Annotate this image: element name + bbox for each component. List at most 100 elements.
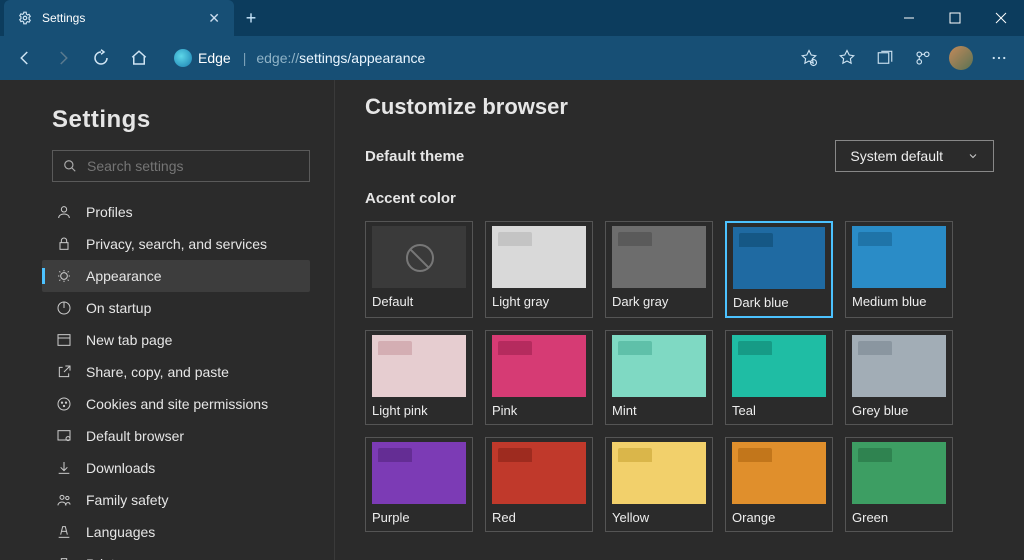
minimize-button[interactable] — [886, 0, 932, 36]
swatch-label: Default — [372, 294, 466, 309]
nav-icon — [56, 364, 72, 380]
swatch-label: Pink — [492, 403, 586, 418]
nav-icon — [56, 236, 72, 252]
nav-icon — [56, 204, 72, 220]
toolbar: Edge | edge://settings/appearance — [0, 36, 1024, 80]
sidebar-item-label: Privacy, search, and services — [86, 236, 267, 252]
url-text: edge://settings/appearance — [256, 50, 425, 66]
accent-label: Accent color — [365, 190, 994, 207]
address-bar[interactable]: Edge | edge://settings/appearance — [166, 49, 782, 67]
swatch-light-gray[interactable]: Light gray — [485, 221, 593, 318]
new-tab-button[interactable]: + — [234, 8, 268, 29]
sidebar-item-share-copy-and-paste[interactable]: Share, copy, and paste — [42, 356, 310, 388]
swatch-medium-blue[interactable]: Medium blue — [845, 221, 953, 318]
page-title: Customize browser — [365, 94, 994, 120]
back-button[interactable] — [8, 41, 42, 75]
swatch-green[interactable]: Green — [845, 437, 953, 532]
tab-title: Settings — [42, 11, 198, 25]
close-window-button[interactable] — [978, 0, 1024, 36]
sidebar-item-label: Share, copy, and paste — [86, 364, 229, 380]
nav-icon — [56, 396, 72, 412]
refresh-button[interactable] — [84, 41, 118, 75]
sidebar-item-cookies-and-site-permissions[interactable]: Cookies and site permissions — [42, 388, 310, 420]
forward-button[interactable] — [46, 41, 80, 75]
sidebar-item-label: Cookies and site permissions — [86, 396, 268, 412]
sidebar-item-label: Downloads — [86, 460, 155, 476]
sidebar-item-family-safety[interactable]: Family safety — [42, 484, 310, 516]
collections-button[interactable] — [868, 41, 902, 75]
tracking-icon[interactable] — [792, 41, 826, 75]
swatch-label: Light gray — [492, 294, 586, 309]
swatch-pink[interactable]: Pink — [485, 330, 593, 425]
search-icon — [63, 159, 77, 173]
sidebar-item-label: Printers — [86, 556, 134, 560]
chevron-down-icon — [967, 150, 979, 162]
close-icon[interactable]: ✕ — [208, 10, 220, 27]
swatch-red[interactable]: Red — [485, 437, 593, 532]
swatch-label: Medium blue — [852, 294, 946, 309]
swatch-label: Yellow — [612, 510, 706, 525]
sidebar-item-label: Profiles — [86, 204, 133, 220]
nav-icon — [56, 268, 72, 284]
search-input[interactable] — [87, 158, 299, 174]
swatch-label: Light pink — [372, 403, 466, 418]
sidebar-item-downloads[interactable]: Downloads — [42, 452, 310, 484]
sidebar-item-label: Languages — [86, 524, 155, 540]
nav-icon — [56, 332, 72, 348]
maximize-button[interactable] — [932, 0, 978, 36]
swatch-label: Green — [852, 510, 946, 525]
main-panel: Customize browser Default theme System d… — [335, 80, 1024, 560]
favorites-button[interactable] — [830, 41, 864, 75]
swatch-yellow[interactable]: Yellow — [605, 437, 713, 532]
swatch-grey-blue[interactable]: Grey blue — [845, 330, 953, 425]
sidebar-item-privacy-search-and-services[interactable]: Privacy, search, and services — [42, 228, 310, 260]
sidebar-item-label: Default browser — [86, 428, 184, 444]
swatch-label: Teal — [732, 403, 826, 418]
swatch-label: Orange — [732, 510, 826, 525]
sidebar-item-default-browser[interactable]: Default browser — [42, 420, 310, 452]
swatch-dark-gray[interactable]: Dark gray — [605, 221, 713, 318]
home-button[interactable] — [122, 41, 156, 75]
sidebar-item-profiles[interactable]: Profiles — [42, 196, 310, 228]
gear-icon — [18, 11, 32, 25]
sidebar-item-label: Appearance — [86, 268, 162, 284]
sidebar-item-appearance[interactable]: Appearance — [42, 260, 310, 292]
swatch-mint[interactable]: Mint — [605, 330, 713, 425]
nav-icon — [56, 556, 72, 560]
profile-avatar[interactable] — [944, 41, 978, 75]
nav-icon — [56, 428, 72, 444]
theme-label: Default theme — [365, 148, 464, 165]
swatch-purple[interactable]: Purple — [365, 437, 473, 532]
edge-icon — [174, 49, 192, 67]
titlebar: Settings ✕ + — [0, 0, 1024, 36]
swatch-label: Mint — [612, 403, 706, 418]
theme-dropdown[interactable]: System default — [835, 140, 994, 172]
swatch-label: Grey blue — [852, 403, 946, 418]
swatch-default[interactable]: Default — [365, 221, 473, 318]
more-button[interactable] — [982, 41, 1016, 75]
sidebar-item-new-tab-page[interactable]: New tab page — [42, 324, 310, 356]
settings-sidebar: Settings Profiles Privacy, search, and se… — [0, 80, 335, 560]
sidebar-item-languages[interactable]: Languages — [42, 516, 310, 548]
extensions-button[interactable] — [906, 41, 940, 75]
nav-icon — [56, 460, 72, 476]
nav-icon — [56, 524, 72, 540]
search-settings[interactable] — [52, 150, 310, 182]
swatch-label: Dark blue — [733, 295, 825, 310]
swatch-orange[interactable]: Orange — [725, 437, 833, 532]
brand-label: Edge — [198, 50, 231, 66]
nav-icon — [56, 300, 72, 316]
nav-icon — [56, 492, 72, 508]
sidebar-item-label: Family safety — [86, 492, 168, 508]
swatch-light-pink[interactable]: Light pink — [365, 330, 473, 425]
settings-heading: Settings — [52, 106, 310, 134]
swatch-label: Dark gray — [612, 294, 706, 309]
swatch-dark-blue[interactable]: Dark blue — [725, 221, 833, 318]
swatch-teal[interactable]: Teal — [725, 330, 833, 425]
sidebar-item-printers[interactable]: Printers — [42, 548, 310, 560]
sidebar-item-on-startup[interactable]: On startup — [42, 292, 310, 324]
swatch-label: Purple — [372, 510, 466, 525]
browser-tab[interactable]: Settings ✕ — [4, 0, 234, 36]
swatch-label: Red — [492, 510, 586, 525]
sidebar-item-label: On startup — [86, 300, 151, 316]
